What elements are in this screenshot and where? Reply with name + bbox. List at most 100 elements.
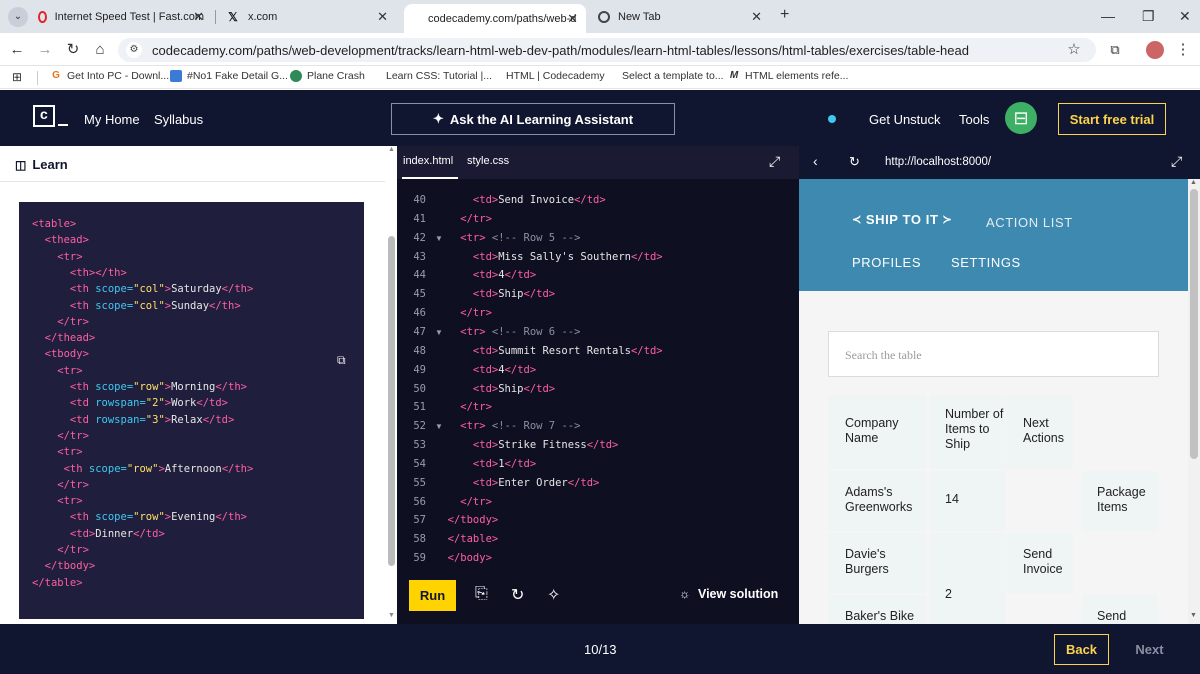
home-icon[interactable]: ⌂ xyxy=(89,39,111,61)
editor-code-line: </table> xyxy=(435,533,499,545)
forward-arrow-icon[interactable]: → xyxy=(34,39,56,61)
tab-x-com[interactable]: 𝕏 x.com ✕ xyxy=(218,5,396,29)
bookmark-label: Select a template to... xyxy=(622,70,724,82)
tab-codecademy[interactable]: codecademy.com/paths/web-d ✕ xyxy=(404,4,586,33)
scroll-down-icon[interactable]: ▼ xyxy=(1190,612,1197,619)
code-token: </tr> xyxy=(32,544,89,556)
code-line: </tbody> xyxy=(32,560,96,572)
header-items-text: Number of Items to Ship xyxy=(945,407,1004,451)
close-tab-icon[interactable]: ✕ xyxy=(193,9,204,25)
view-solution-button[interactable]: ☼ View solution xyxy=(679,587,778,601)
start-free-trial-button[interactable]: Start free trial xyxy=(1058,103,1166,135)
bookmark-fake-detail[interactable]: #No1 Fake Detail G... xyxy=(170,70,288,82)
copy-code-icon[interactable]: ⎘ xyxy=(475,585,488,603)
bookmark-plane-crash[interactable]: Plane Crash xyxy=(290,70,365,82)
preview-scrollbar[interactable]: ▲ ▼ xyxy=(1188,179,1200,624)
reset-icon[interactable]: ↻ xyxy=(511,585,524,605)
menu-kebab-icon[interactable]: ⋮ xyxy=(1172,39,1194,61)
user-avatar[interactable]: ⊟ xyxy=(1005,102,1037,134)
code-token: </tr> xyxy=(32,315,89,328)
bookmark-select-template[interactable]: Select a template to... xyxy=(622,70,724,82)
code-token: "row" xyxy=(126,462,159,475)
code-line: </tr> xyxy=(32,544,89,556)
next-button[interactable]: Next xyxy=(1122,634,1177,665)
code-token: scope= xyxy=(88,462,127,475)
my-home-link[interactable]: My Home xyxy=(84,112,140,127)
copy-icon[interactable]: ⧉ xyxy=(337,353,351,367)
code-token: rowspan= xyxy=(95,397,146,410)
settings-link[interactable]: SETTINGS xyxy=(951,255,1021,270)
close-tab-icon[interactable]: ✕ xyxy=(567,11,578,27)
ai-assistant-button[interactable]: ✦ Ask the AI Learning Assistant xyxy=(391,103,675,135)
cell-text: Adams's Greenworks xyxy=(845,485,913,514)
run-button[interactable]: Run xyxy=(409,580,456,611)
bookmark-get-into-pc[interactable]: G Get Into PC - Downl... xyxy=(50,70,169,82)
line-number: 44 xyxy=(413,269,426,282)
code-token: <td> xyxy=(435,269,499,282)
syllabus-link[interactable]: Syllabus xyxy=(154,112,203,127)
minimize-icon[interactable]: — xyxy=(1101,8,1115,24)
bookmark-html-codecademy[interactable]: HTML | Codecademy xyxy=(506,70,605,82)
back-arrow-icon[interactable]: ← xyxy=(6,39,28,61)
close-tab-icon[interactable]: ✕ xyxy=(751,9,762,25)
code-token: <tr> xyxy=(32,250,83,263)
site-info-icon[interactable]: ⚙ xyxy=(126,42,142,58)
profiles-link[interactable]: PROFILES xyxy=(852,255,921,270)
ai-assistant-label: Ask the AI Learning Assistant xyxy=(449,111,634,127)
preview-url[interactable]: http://localhost:8000/ xyxy=(885,156,991,168)
preview-refresh-icon[interactable]: ↻ xyxy=(849,154,860,170)
bookmark-html-elements[interactable]: M HTML elements refe... xyxy=(728,70,849,82)
profile-avatar-icon[interactable] xyxy=(1146,41,1164,59)
code-token: <tr> xyxy=(435,325,492,338)
ship-brand[interactable]: ≺ SHIP TO IT ≻ xyxy=(852,212,952,227)
tab-style-css[interactable]: style.css xyxy=(467,155,509,167)
browser-preview: ‹ ↻ http://localhost:8000/ ⤢ ≺ SHIP TO I… xyxy=(799,146,1200,624)
line-number: 51 xyxy=(413,401,426,414)
line-number: 41 xyxy=(413,212,426,225)
code-token: </table> xyxy=(32,576,83,589)
learn-panel: ◫ Learn <table> <thead> <tr> <th></th> <… xyxy=(0,146,397,624)
back-button[interactable]: Back xyxy=(1054,634,1109,665)
codecademy-logo[interactable]: c xyxy=(33,105,55,127)
editor-code-line: <td>Send Invoice</td> xyxy=(435,194,606,206)
tab-list-chevron-icon[interactable]: ⌄ xyxy=(8,7,28,27)
tab-fast-com[interactable]: Internet Speed Test | Fast.com ✕ xyxy=(30,5,212,29)
get-unstuck-button[interactable]: Get Unstuck xyxy=(869,112,941,127)
scroll-up-icon[interactable]: ▲ xyxy=(388,146,395,153)
code-line: <tr> xyxy=(32,250,83,263)
code-token: <td> xyxy=(435,476,499,489)
tab-index-html[interactable]: index.html xyxy=(403,155,453,167)
tools-button[interactable]: Tools xyxy=(959,112,989,127)
preview-back-icon[interactable]: ‹ xyxy=(813,153,818,169)
code-line: <th scope="row">Afternoon</th> xyxy=(32,462,254,475)
code-token: <tbody> xyxy=(32,348,89,361)
window-close-icon[interactable]: ✕ xyxy=(1179,8,1191,25)
tab-new-tab[interactable]: New Tab ✕ xyxy=(590,5,770,29)
bookmark-learn-css[interactable]: Learn CSS: Tutorial |... xyxy=(386,70,492,82)
code-token: Summit Resort Rentals xyxy=(498,344,631,357)
cell-action-1: Package Items xyxy=(1082,471,1158,531)
bookmark-star-icon[interactable]: ☆ xyxy=(1063,39,1085,61)
restore-icon[interactable]: ❐ xyxy=(1142,8,1155,25)
action-list-link[interactable]: ACTION LIST xyxy=(986,215,1073,230)
apps-grid-icon[interactable]: ⊞ xyxy=(12,70,22,84)
code-token: <th xyxy=(32,462,89,475)
scrollbar-thumb[interactable] xyxy=(1190,189,1198,459)
tab-title: Internet Speed Test | Fast.com xyxy=(54,11,204,23)
preview-expand-icon[interactable]: ⤢ xyxy=(1171,153,1182,170)
robot-avatar-icon: ⊟ xyxy=(1013,108,1029,128)
search-input[interactable]: Search the table xyxy=(828,331,1159,377)
cell-company-2: Davie's Burgers xyxy=(828,533,926,593)
extensions-icon[interactable]: ⧉ xyxy=(1104,39,1126,61)
editor-code-line: <td>Enter Order</td> xyxy=(435,477,599,489)
close-tab-icon[interactable]: ✕ xyxy=(377,9,388,25)
progress-counter[interactable]: 10/13 xyxy=(584,642,617,657)
new-tab-plus-icon[interactable]: + xyxy=(780,6,789,24)
reload-icon[interactable]: ↻ xyxy=(62,39,84,61)
code-line: <th scope="col">Sunday</th> xyxy=(32,300,241,312)
magic-wand-icon[interactable]: ✧ xyxy=(547,585,560,605)
expand-icon[interactable]: ⤢ xyxy=(769,153,780,170)
address-bar[interactable]: ⚙ codecademy.com/paths/web-development/t… xyxy=(118,38,1096,62)
scroll-down-icon[interactable]: ▼ xyxy=(388,612,395,619)
scroll-up-icon[interactable]: ▲ xyxy=(1190,179,1197,186)
